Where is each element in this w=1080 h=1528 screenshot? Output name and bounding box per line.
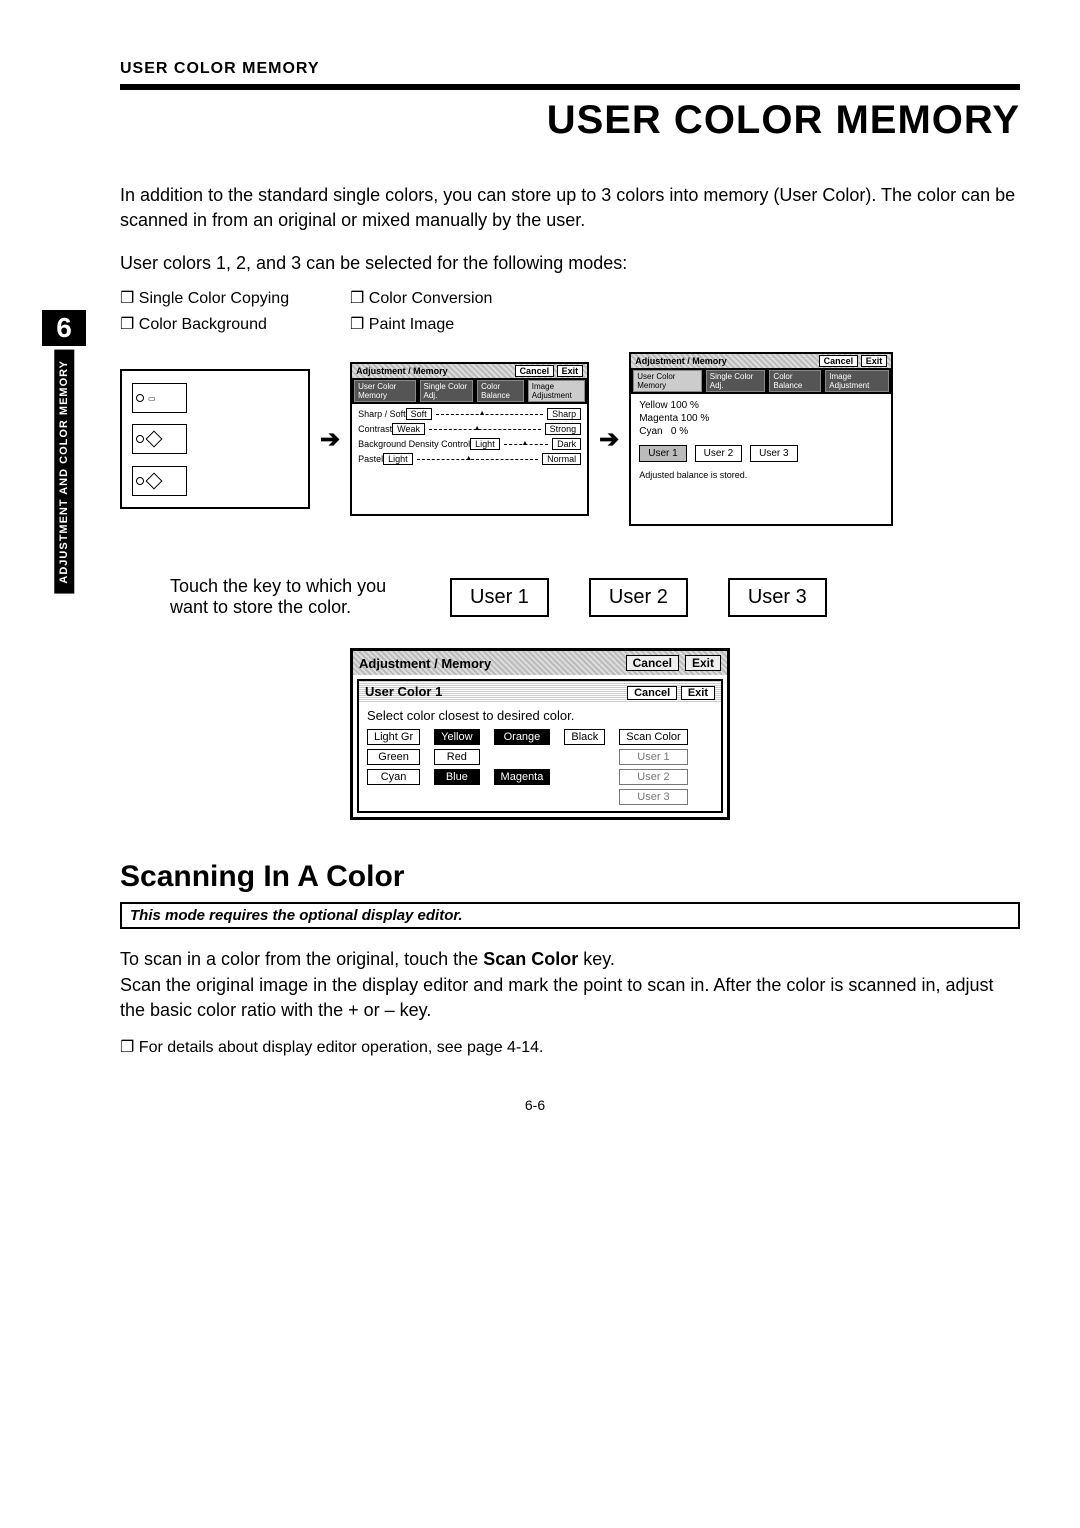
exit-button[interactable]: Exit [557,365,584,377]
color-button[interactable]: Light Gr [367,729,420,745]
user-button[interactable]: User 2 [589,578,688,617]
section-heading: Scanning In A Color [120,860,1020,894]
opt-button[interactable]: Dark [552,438,581,450]
modes-list: Single Color Copying Color Conversion Co… [120,288,1020,334]
cancel-button[interactable]: Cancel [819,355,859,367]
opt-button[interactable]: Light [383,453,413,465]
user-slot-button[interactable]: User 1 [639,445,686,462]
panel-user-color-memory: Adjustment / Memory Cancel Exit User Col… [629,352,893,526]
screens-row: ▭ ➔ Adjustment / Memory Cancel Exit User… [120,352,1020,526]
tab[interactable]: Image Adjustment [825,370,889,392]
mode-item: Color Background [120,314,350,334]
color-button[interactable]: Black [564,729,605,745]
value-name: Cyan [639,426,662,437]
mode-item: Single Color Copying [120,288,350,308]
modes-lead: User colors 1, 2, and 3 can be selected … [120,253,1020,274]
requirement-note: This mode requires the optional display … [120,902,1020,929]
cancel-button[interactable]: Cancel [626,655,679,671]
user-slot-button[interactable]: User 3 [750,445,797,462]
color-button[interactable]: Green [367,749,420,765]
mode-item: Color Conversion [350,288,580,308]
opt-button[interactable]: Sharp [547,408,581,420]
panel-b-title: Adjustment / Memory [356,366,448,376]
scan-color-button[interactable]: Scan Color [619,729,687,745]
row-label: Sharp / Soft [358,409,406,419]
row-label: Contrast [358,424,392,434]
user-slot-button[interactable]: User 2 [695,445,742,462]
color-button[interactable]: Orange [494,729,551,745]
thick-rule [120,84,1020,90]
page-number: 6-6 [50,1097,1020,1113]
tab[interactable]: Image Adjustment [528,380,585,402]
arrow-icon: ➔ [599,425,619,454]
user-button[interactable]: User 3 [728,578,827,617]
chapter-number: 6 [42,310,86,346]
panel-source: ▭ [120,369,310,509]
color-button[interactable]: Cyan [367,769,420,785]
tab[interactable]: Single Color Adj. [420,380,474,402]
page-title: USER COLOR MEMORY [120,98,1020,143]
inner-dialog-title: User Color 1 [365,684,442,699]
tab[interactable]: Color Balance [477,380,524,402]
arrow-icon: ➔ [320,425,340,454]
exit-button[interactable]: Exit [685,655,721,671]
tab[interactable]: User Color Memory [633,370,702,392]
cancel-button[interactable]: Cancel [627,686,677,700]
row-label: Background Density Control [358,439,470,449]
text: To scan in a color from the original, to… [120,949,483,969]
stored-note: Adjusted balance is stored. [639,470,883,480]
scan-color-keyword: Scan Color [483,949,578,969]
value-pct: 100 % [681,413,709,424]
user-color-dialog: Adjustment / Memory Cancel Exit User Col… [350,648,730,820]
panel-image-adjust: Adjustment / Memory Cancel Exit User Col… [350,362,589,516]
scan-paragraph-1: To scan in a color from the original, to… [120,947,1020,1023]
user-slot-button[interactable]: User 1 [619,749,687,765]
row-label: Pastel [358,454,383,464]
value-name: Yellow [639,400,668,411]
value-pct: 100 % [671,400,699,411]
value-name: Magenta [639,413,678,424]
opt-button[interactable]: Weak [392,423,425,435]
opt-button[interactable]: Light [470,438,500,450]
panel-c-title: Adjustment / Memory [635,356,727,366]
tab[interactable]: Color Balance [769,370,821,392]
text: key. [578,949,615,969]
chapter-rail: 6 ADJUSTMENT AND COLOR MEMORY [40,310,88,594]
user-slot-button[interactable]: User 2 [619,769,687,785]
detail-bullet: For details about display editor operati… [120,1037,1020,1057]
mode-item: Paint Image [350,314,580,334]
opt-button[interactable]: Normal [542,453,581,465]
dialog-prompt: Select color closest to desired color. [367,708,713,723]
tab[interactable]: Single Color Adj. [706,370,766,392]
intro-paragraph: In addition to the standard single color… [120,183,1020,233]
color-button[interactable]: Blue [434,769,479,785]
tab[interactable]: User Color Memory [354,380,415,402]
color-button[interactable]: Yellow [434,729,479,745]
exit-button[interactable]: Exit [861,355,888,367]
chapter-label: ADJUSTMENT AND COLOR MEMORY [54,350,74,594]
user-button[interactable]: User 1 [450,578,549,617]
user-color-dialog-wrap: Adjustment / Memory Cancel Exit User Col… [350,648,730,820]
dialog-title: Adjustment / Memory [359,656,491,671]
opt-button[interactable]: Soft [406,408,432,420]
exit-button[interactable]: Exit [681,686,715,700]
user-slot-button[interactable]: User 3 [619,789,687,805]
opt-button[interactable]: Strong [545,423,582,435]
value-pct: 0 % [671,426,688,437]
color-button[interactable]: Red [434,749,479,765]
color-button[interactable]: Magenta [494,769,551,785]
cancel-button[interactable]: Cancel [515,365,555,377]
text: Scan the original image in the display e… [120,975,994,1020]
running-head: USER COLOR MEMORY [120,60,1020,78]
touch-key-row: Touch the key to which you want to store… [170,576,1020,618]
touch-instruction: Touch the key to which you want to store… [170,576,410,618]
